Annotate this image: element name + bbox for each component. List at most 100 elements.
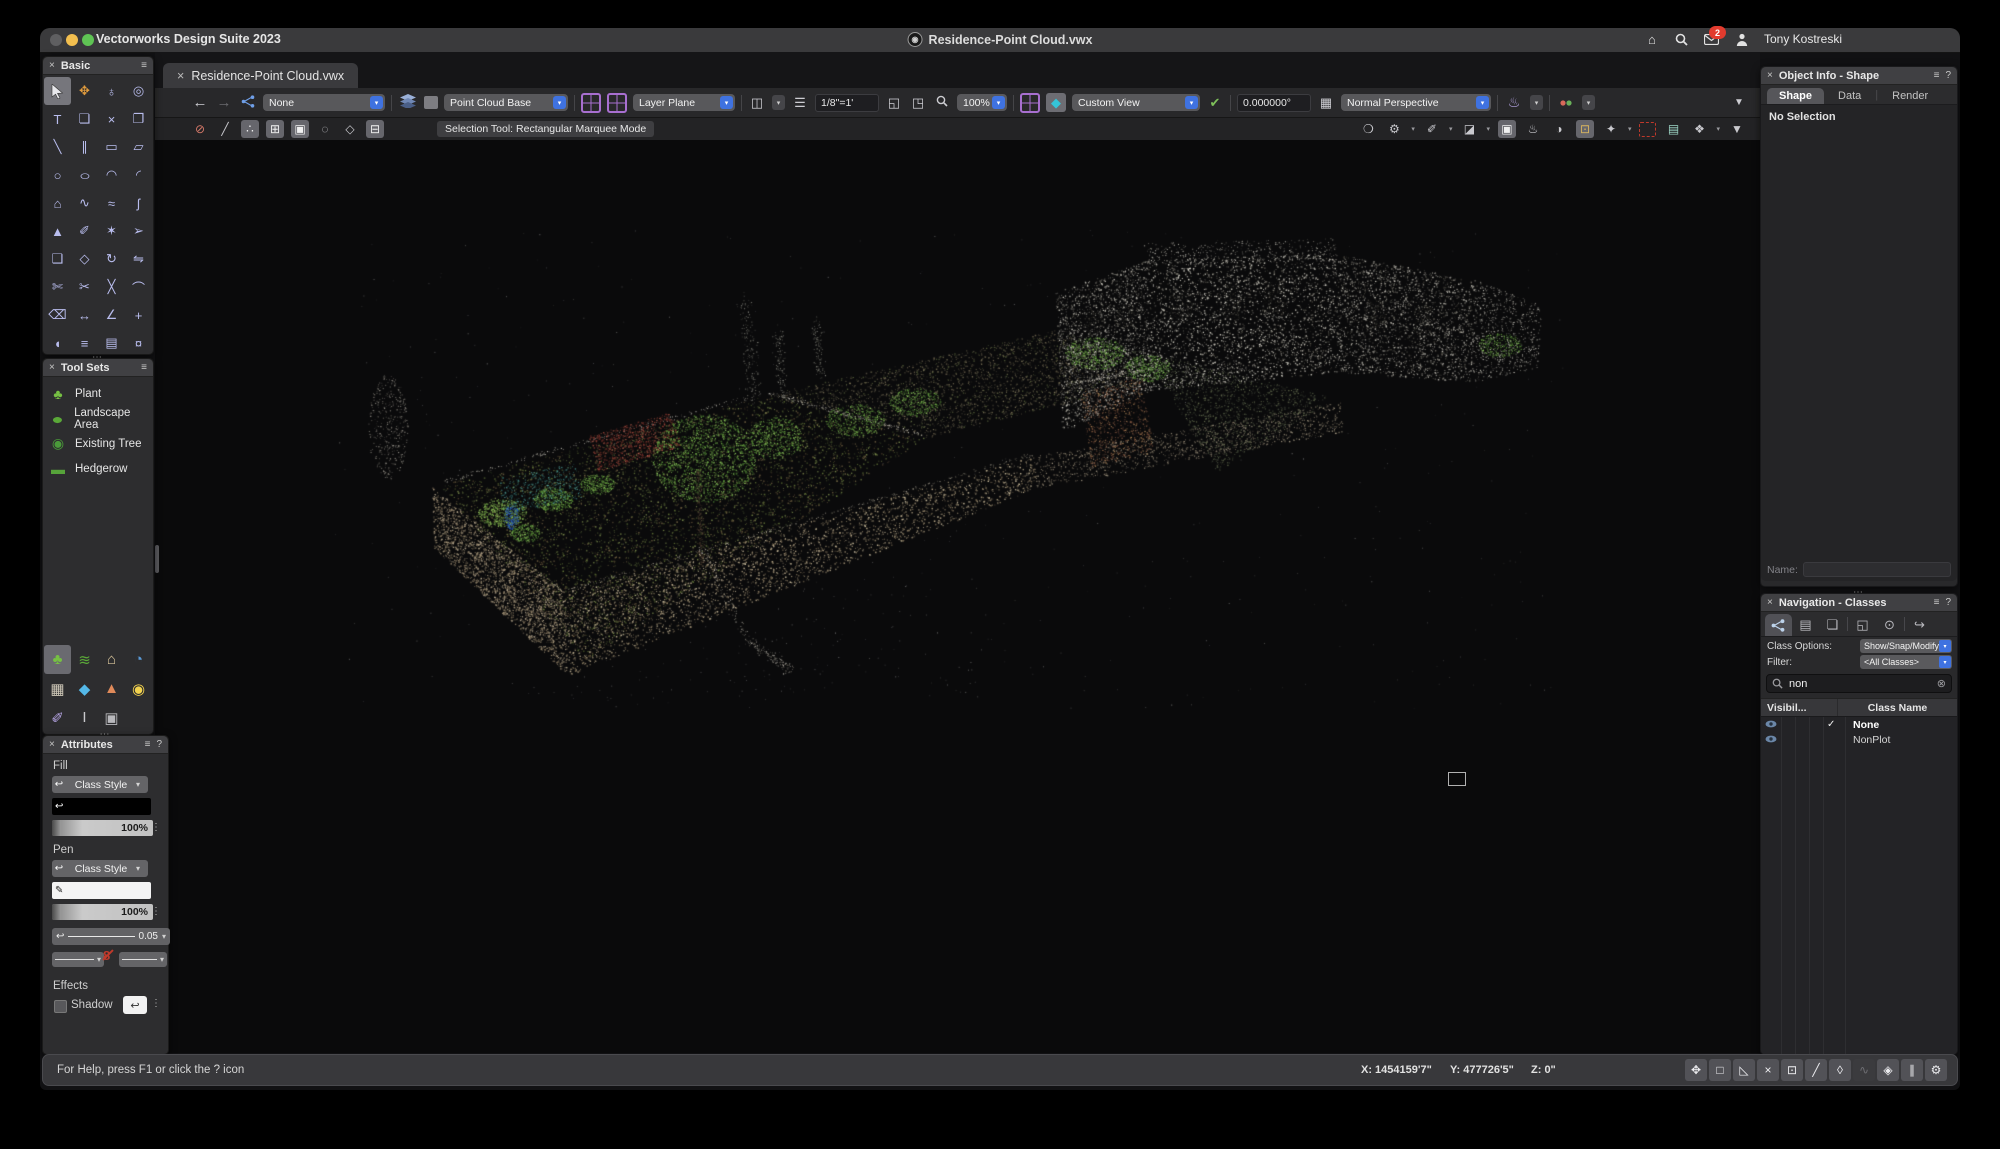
lighting-icon[interactable]: [1556, 93, 1576, 112]
palette-help-icon[interactable]: ?: [1945, 597, 1951, 608]
disable-snapping-icon[interactable]: ⊘: [191, 120, 209, 138]
tab-shape[interactable]: Shape: [1767, 88, 1824, 104]
fit-to-objects-icon[interactable]: ◱: [885, 95, 903, 111]
geo-locate-tools-icon[interactable]: ◔: [125, 645, 152, 674]
drawing-canvas-point-cloud[interactable]: [155, 140, 1760, 1053]
texture-mode-icon-menu[interactable]: ▾: [1449, 125, 1453, 133]
site-planning-tools-icon[interactable]: ▦: [44, 674, 71, 703]
multi-view-icon[interactable]: ❖: [1690, 120, 1708, 138]
plane-mode-select[interactable]: Layer Plane▾: [633, 94, 735, 111]
document-tab[interactable]: × Residence-Point Cloud.vwx: [163, 63, 358, 88]
multiple-view-panes-icon[interactable]: [1020, 93, 1040, 113]
toolset-existing-tree[interactable]: ◉Existing Tree: [49, 431, 153, 456]
fillet-tool[interactable]: ⌒: [125, 273, 152, 301]
selection-tool[interactable]: [44, 77, 71, 105]
visibility-eye-icon[interactable]: [1765, 719, 1777, 731]
rectangular-marquee-mode-icon[interactable]: ▣: [291, 120, 309, 138]
shadow-by-class-button[interactable]: ↩: [123, 996, 147, 1014]
layer-options-icon[interactable]: [607, 93, 627, 113]
filter-select[interactable]: <All Classes>▾: [1860, 655, 1952, 669]
nav-tab-classes[interactable]: [1765, 614, 1792, 636]
pen-style-select[interactable]: ↩Class Style▾: [52, 860, 148, 877]
pan-tool[interactable]: ✥: [71, 77, 98, 105]
single-point-mode-icon[interactable]: ╱: [216, 120, 234, 138]
fill-style-select[interactable]: ↩Class Style▾: [52, 776, 148, 793]
zoom-select[interactable]: 100%▾: [957, 94, 1007, 111]
rotate-tool[interactable]: ↻: [98, 245, 125, 273]
tab-data[interactable]: Data: [1826, 88, 1873, 104]
close-palette-icon[interactable]: ×: [49, 362, 55, 373]
text-tool[interactable]: T: [44, 105, 71, 133]
palette-help-icon[interactable]: ?: [156, 739, 162, 750]
name-field[interactable]: [1803, 562, 1951, 577]
toolbar-overflow-icon[interactable]: ▼: [1730, 97, 1748, 108]
toolset-plant[interactable]: ♣Plant: [49, 381, 153, 406]
angular-dimension-tool[interactable]: ∠: [98, 301, 125, 329]
class-options-select[interactable]: Show/Snap/Modify O...▾: [1860, 639, 1952, 653]
nav-tab-saved-views[interactable]: ⊙: [1876, 614, 1903, 636]
flyover-tool[interactable]: ♁: [98, 77, 125, 105]
callout-tool[interactable]: ❏: [71, 105, 98, 133]
snap-to-object-button[interactable]: □: [1709, 1059, 1731, 1081]
mirror-tool[interactable]: ⇋: [125, 245, 152, 273]
circle-tool[interactable]: ○: [44, 161, 71, 189]
building-shell-tools-icon[interactable]: ⌂: [98, 645, 125, 674]
snap-to-grid-button[interactable]: ✥: [1685, 1059, 1707, 1081]
tab-close-icon[interactable]: ×: [177, 69, 184, 83]
nav-tab-design-layers[interactable]: ▤: [1792, 614, 1819, 636]
line-end-marker-disabled-icon[interactable]: 8: [103, 948, 110, 963]
class-name-column-header[interactable]: Class Name: [1838, 702, 1957, 714]
line-marker-select[interactable]: ▾: [119, 952, 167, 967]
freehand-tool[interactable]: ≈: [98, 189, 125, 217]
palette-menu-icon[interactable]: ≡: [1934, 597, 1940, 608]
reference-grid-icon[interactable]: ▦: [1317, 95, 1335, 111]
tab-render[interactable]: Render: [1880, 88, 1940, 104]
pause-snapping-button[interactable]: ∥: [1901, 1059, 1923, 1081]
class-visibility-menu[interactable]: ▾: [772, 95, 785, 110]
class-visibility-icon[interactable]: ◫: [748, 95, 766, 111]
object-handle-mode-icon[interactable]: ⊞: [266, 120, 284, 138]
snap-to-point-button[interactable]: ⊡: [1781, 1059, 1803, 1081]
rotation-angle-field[interactable]: 0.000000°: [1237, 94, 1311, 112]
palette-drag-handle[interactable]: ⋯: [92, 352, 104, 363]
close-palette-icon[interactable]: ×: [1767, 70, 1773, 81]
class-search-input[interactable]: [1787, 677, 1911, 691]
toolset-landscape-area[interactable]: ●Landscape Area: [49, 406, 153, 431]
wand-tool[interactable]: ✶: [98, 217, 125, 245]
saved-view-select[interactable]: None▾: [263, 94, 385, 111]
dims-notes-tools-icon[interactable]: ✐: [44, 703, 71, 732]
rectangle-tool[interactable]: ▭: [98, 133, 125, 161]
shadow-checkbox[interactable]: [54, 1000, 67, 1013]
stacked-layers-icon[interactable]: ▤: [1664, 120, 1682, 138]
select-similar-tool[interactable]: ❐: [125, 105, 152, 133]
layer-color-swatch[interactable]: [424, 96, 438, 109]
protractor-tool[interactable]: ◖: [44, 329, 71, 357]
knife-tool[interactable]: ✄: [44, 273, 71, 301]
class-row-none[interactable]: ✓None: [1761, 717, 1957, 732]
zoom-window-button[interactable]: [82, 34, 94, 46]
palette-drag-handle[interactable]: ⋯: [100, 729, 112, 740]
multiple-point-mode-icon[interactable]: ∴: [241, 120, 259, 138]
fill-opacity-slider[interactable]: 100%: [52, 820, 153, 836]
close-window-button[interactable]: [50, 34, 62, 46]
more-options-icon[interactable]: ▼: [1728, 120, 1746, 138]
close-palette-icon[interactable]: ×: [1767, 597, 1773, 608]
active-working-plane-icon[interactable]: ◆: [1046, 93, 1066, 112]
fill-opacity-menu-icon[interactable]: ⋮: [151, 822, 161, 833]
saved-views-icon[interactable]: [239, 95, 257, 111]
zoom-tool[interactable]: ◎: [125, 77, 152, 105]
user-icon[interactable]: [1734, 31, 1750, 47]
search-icon[interactable]: [1674, 31, 1690, 47]
visibility-eye-icon[interactable]: [1765, 734, 1777, 746]
snap-to-intersection-button[interactable]: ×: [1757, 1059, 1779, 1081]
back-icon[interactable]: ←: [191, 94, 209, 111]
snap-to-angle-button[interactable]: ◺: [1733, 1059, 1755, 1081]
nav-tab-references[interactable]: ↪: [1906, 614, 1933, 636]
line-style-select[interactable]: ▾: [52, 952, 104, 967]
attribute-mapping-tool[interactable]: ¤: [125, 329, 152, 357]
irrigation-tools-icon[interactable]: ◆: [71, 674, 98, 703]
dimension-tool[interactable]: ↔: [71, 301, 98, 329]
view-flag-icon[interactable]: ✔: [1206, 95, 1224, 111]
fit-to-page-icon[interactable]: ◳: [909, 95, 927, 111]
triangle-tool[interactable]: ▲: [44, 217, 71, 245]
